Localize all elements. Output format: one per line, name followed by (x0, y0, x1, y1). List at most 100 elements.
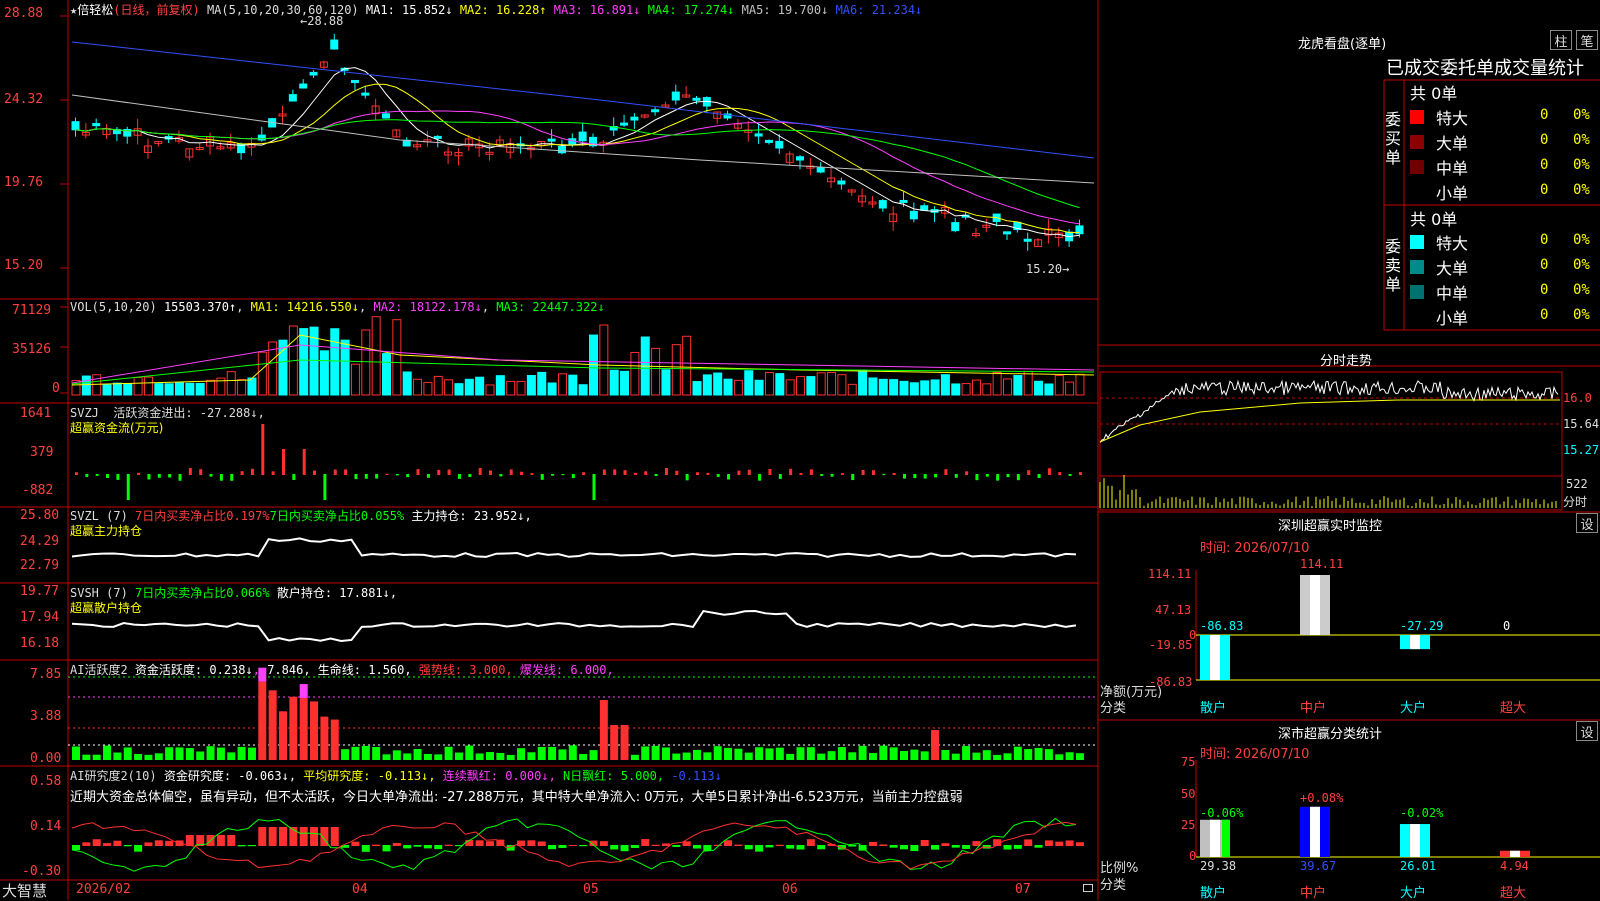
research-bar (579, 845, 588, 847)
active-bar (558, 749, 567, 760)
active-bar (403, 753, 412, 760)
volume-bar (744, 370, 754, 396)
active-bar (1024, 749, 1033, 760)
candle-body (764, 139, 773, 143)
sell-label: 委卖单 (1385, 237, 1402, 294)
volume-bar (609, 369, 619, 396)
candle-body (1023, 238, 1032, 242)
flow-bar (561, 474, 565, 476)
flow-bar (923, 474, 927, 479)
flow-bar (354, 474, 358, 480)
order-count: 0 (1540, 282, 1549, 298)
volume-bar (92, 374, 102, 396)
flow-bar (292, 474, 296, 481)
sz-class-change-label: -0.02% (1400, 806, 1444, 820)
volume-bar (444, 379, 454, 396)
order-pct: 0% (1573, 132, 1590, 148)
active-bar (1055, 754, 1064, 760)
sz-class-settings-button[interactable]: 设 (1576, 721, 1598, 741)
sz-monitor-category: 大户 (1400, 701, 1427, 716)
active-bar (920, 751, 929, 760)
pen-mode-button[interactable]: 笔 (1576, 30, 1598, 50)
research-bar (123, 845, 132, 847)
active-bar (982, 750, 991, 760)
active-bar (775, 747, 784, 760)
flow-bar (954, 474, 958, 478)
sz-monitor-tick: 47.13 (1155, 603, 1192, 617)
bar-mode-button[interactable]: 柱 (1550, 30, 1572, 50)
flow-bar (613, 469, 617, 475)
flow-bar (944, 469, 948, 475)
volume-bar (578, 384, 588, 396)
research-bar (848, 845, 857, 847)
ai-research-tick: 0.14 (30, 819, 62, 834)
kline-chart-area[interactable] (0, 0, 1100, 900)
sz-monitor-bar (1300, 575, 1330, 635)
flow-bar (696, 472, 699, 475)
research-bar (868, 841, 877, 846)
volume-bar (1044, 383, 1054, 396)
order-count: 0 (1540, 307, 1549, 323)
volume-bar (847, 383, 857, 396)
volume-bar (495, 375, 505, 396)
flow-bar (1047, 468, 1051, 475)
research-bar (310, 827, 319, 846)
flow-bar (861, 470, 865, 475)
flow-bar (437, 469, 441, 475)
x-axis-label: 04 (352, 882, 368, 897)
sz-monitor-category: 超大 (1500, 701, 1527, 716)
sz-class-tick: 75 (1181, 755, 1196, 769)
research-bar (423, 845, 432, 849)
research-bar (1044, 840, 1053, 846)
flow-bar (530, 473, 534, 475)
research-bar (744, 845, 753, 850)
order-size-name: 大单 (1436, 134, 1469, 153)
volume-bar (547, 382, 557, 396)
ma-line (75, 83, 1080, 234)
flow-bar (654, 474, 658, 477)
candle-body (547, 138, 556, 142)
price-tick: 15.20 (4, 258, 44, 273)
volume-bar (806, 376, 816, 396)
research-bar (941, 843, 950, 846)
active-bar (185, 748, 194, 760)
active-bar (517, 748, 526, 760)
volume-bar (526, 374, 536, 396)
x-axis-label: 07 (1015, 882, 1031, 897)
volume-bar (630, 351, 640, 396)
svzl-tick: 22.79 (20, 558, 60, 573)
price-tick: 19.76 (4, 175, 44, 190)
research-bar (144, 842, 153, 846)
sz-monitor-value-label: 114.11 (1300, 557, 1344, 571)
active-bar (1044, 749, 1053, 760)
active-bar (1013, 746, 1022, 760)
volume-bar (133, 377, 143, 396)
candle-body (796, 156, 804, 161)
sz-monitor-settings-button[interactable]: 设 (1576, 513, 1598, 533)
volume-bar (154, 383, 164, 396)
flow-bar (1027, 470, 1031, 475)
volume-bar (299, 328, 309, 396)
flow-bar (395, 474, 399, 476)
active-bar (579, 753, 588, 760)
flow-bar (820, 474, 824, 476)
flow-bar (219, 474, 223, 481)
flow-bar (126, 474, 130, 500)
research-bar (651, 844, 660, 846)
sz-class-bar (1400, 824, 1430, 857)
intraday-price-tick: 15.64 (1563, 417, 1600, 431)
lock-icon[interactable] (1083, 884, 1093, 892)
order-pct: 0% (1573, 307, 1590, 323)
candle-body (382, 113, 390, 119)
order-pct: 0% (1573, 257, 1590, 273)
svzj-tick: -882 (22, 483, 54, 498)
flow-bar (633, 472, 637, 475)
active-bar (651, 745, 660, 760)
flow-bar (799, 473, 803, 475)
sz-monitor-tick: 114.11 (1148, 567, 1192, 581)
research-bar (693, 845, 701, 849)
research-bar (755, 845, 764, 852)
sz-class-time: 时间: 2026/07/10 (1200, 747, 1310, 762)
volume-bar (858, 369, 868, 396)
flow-bar (323, 474, 327, 500)
